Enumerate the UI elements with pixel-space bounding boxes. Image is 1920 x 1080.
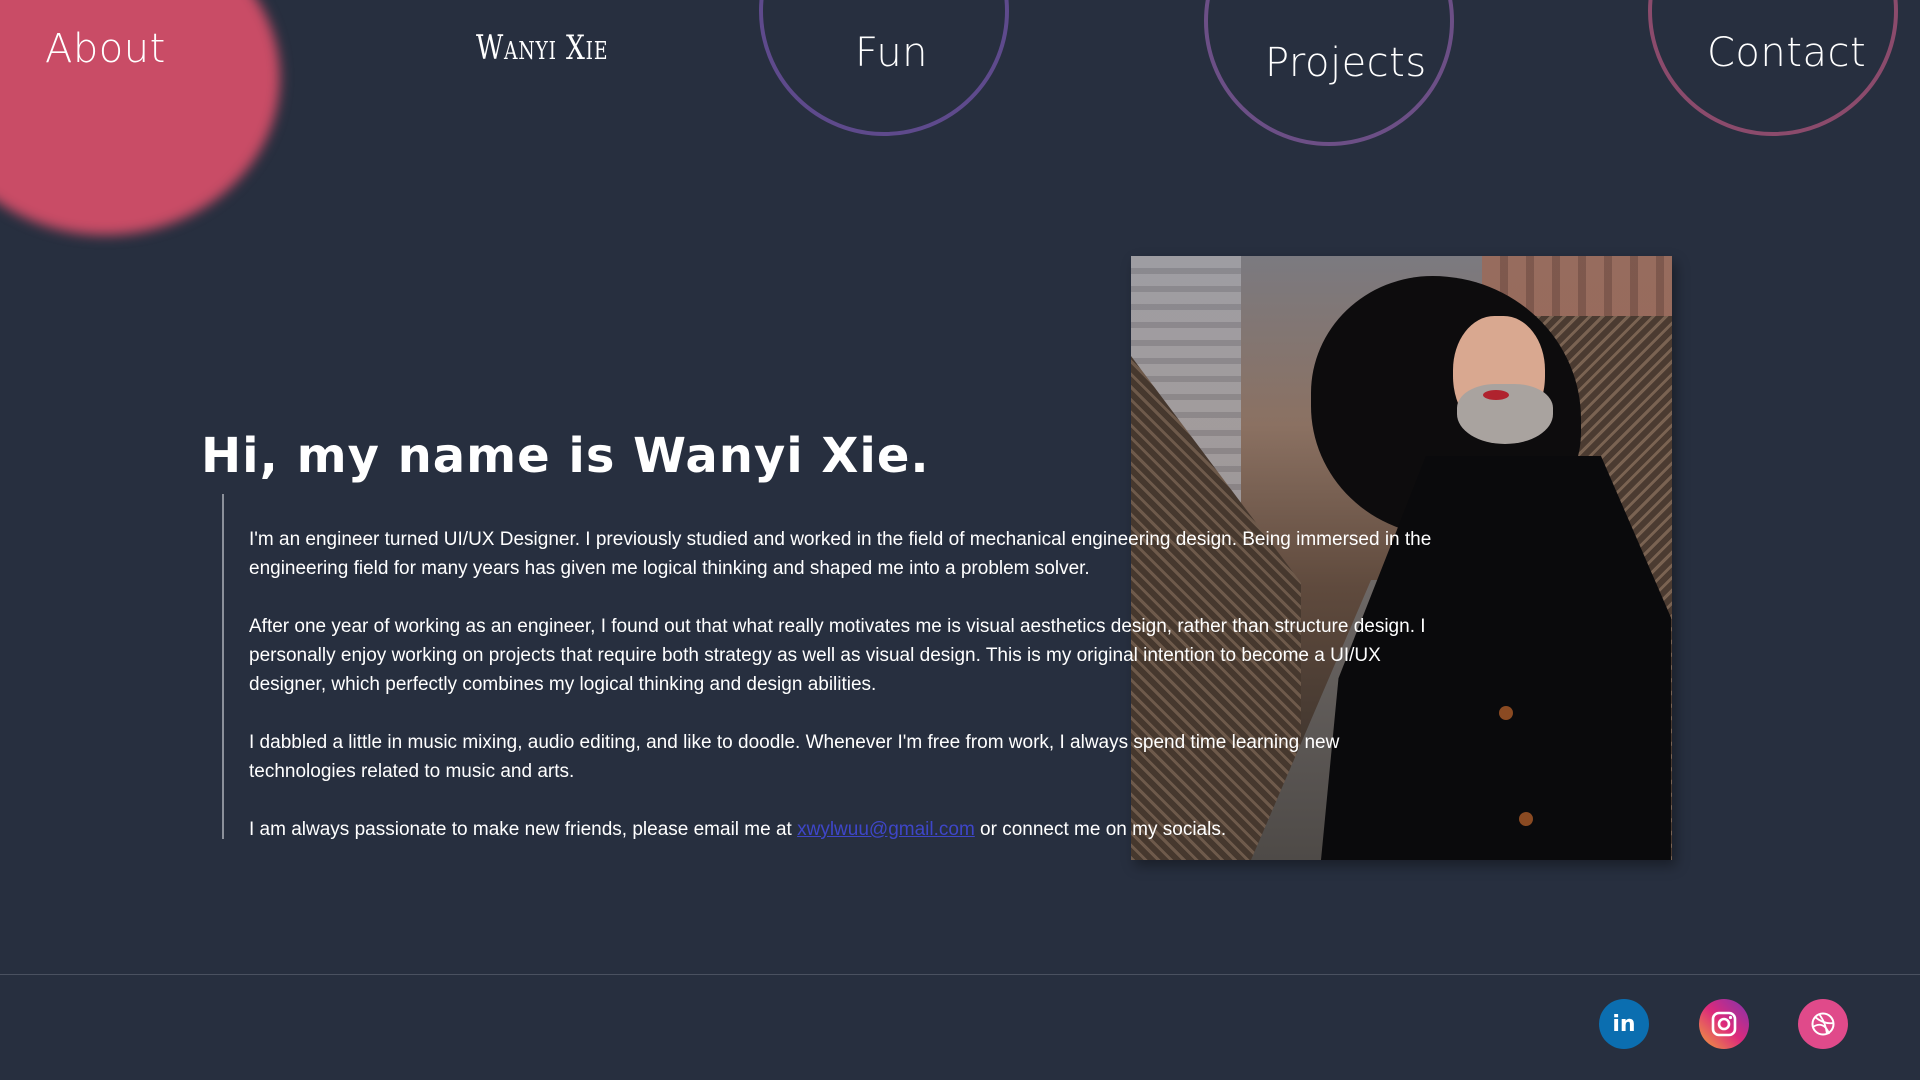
nav-link-contact[interactable]: Contact	[1707, 30, 1866, 76]
email-link[interactable]: xwylwuu@gmail.com	[797, 819, 975, 840]
bio-paragraph-1: I'm an engineer turned UI/UX Designer. I…	[249, 529, 1432, 579]
bio-paragraph-2: After one year of working as an engineer…	[249, 616, 1426, 695]
instagram-icon	[1711, 1011, 1737, 1037]
linkedin-link[interactable]: in	[1599, 999, 1649, 1049]
bio-paragraph-3: I dabbled a little in music mixing, audi…	[249, 732, 1340, 782]
brand-logo-text[interactable]: Wanyi Xie	[476, 28, 608, 68]
photo-lips	[1483, 390, 1509, 400]
linkedin-icon: in	[1612, 1011, 1636, 1037]
instagram-link[interactable]	[1699, 999, 1749, 1049]
bio-paragraph-4-before: I am always passionate to make new frien…	[249, 819, 798, 840]
intro-heading: Hi, my name is Wanyi Xie.	[201, 428, 930, 484]
page: About Wanyi Xie Fun Projects Contact Hi,…	[0, 0, 1920, 1080]
nav-link-fun[interactable]: Fun	[855, 30, 928, 76]
nav-link-projects[interactable]: Projects	[1265, 40, 1427, 86]
dribbble-link[interactable]	[1798, 999, 1848, 1049]
photo-coat-button	[1499, 706, 1513, 720]
bio-text: I'm an engineer turned UI/UX Designer. I…	[249, 525, 1449, 873]
nav-link-about[interactable]: About	[45, 26, 166, 72]
bio-paragraph-4: I am always passionate to make new frien…	[249, 815, 1449, 844]
photo-coat-button	[1519, 812, 1533, 826]
footer-divider	[0, 974, 1920, 975]
bio-paragraph-4-after: or connect me on my socials.	[974, 819, 1227, 840]
dribbble-icon	[1811, 1012, 1835, 1036]
quote-rule	[222, 494, 224, 839]
